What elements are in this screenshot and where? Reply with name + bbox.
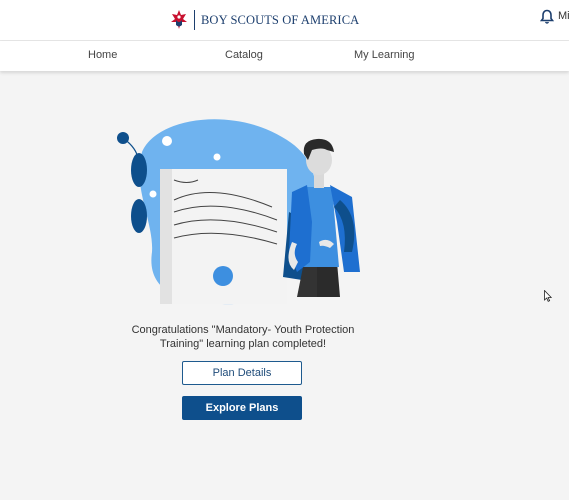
nav-home[interactable]: Home xyxy=(88,49,117,61)
logo-text: BOY SCOUTS OF AMERICA xyxy=(201,12,360,27)
certificate-seal xyxy=(213,266,233,286)
nav-my-learning[interactable]: My Learning xyxy=(354,49,415,61)
accent-oval-bottom xyxy=(131,199,147,233)
completion-illustration xyxy=(117,119,360,305)
plan-details-button[interactable]: Plan Details xyxy=(182,361,302,385)
main-nav: Home Catalog My Learning xyxy=(0,41,569,71)
top-header: BOY SCOUTS OF AMERICA Mi xyxy=(0,0,569,41)
user-menu[interactable]: Mi xyxy=(558,10,569,22)
explore-plans-button[interactable]: Explore Plans xyxy=(182,396,302,420)
completion-message: Congratulations "Mandatory- Youth Protec… xyxy=(112,323,374,351)
bsa-emblem-icon xyxy=(171,10,187,29)
bell-icon[interactable] xyxy=(540,9,554,25)
completion-message-line2: Training" learning plan completed! xyxy=(159,338,327,350)
nav-catalog[interactable]: Catalog xyxy=(225,49,263,61)
completion-message-line1: Congratulations "Mandatory- Youth Protec… xyxy=(131,324,355,336)
logo-divider xyxy=(194,10,195,30)
accent-oval-top xyxy=(131,153,147,187)
mouse-pointer-icon xyxy=(544,290,552,302)
logo[interactable]: BOY SCOUTS OF AMERICA xyxy=(170,8,359,32)
